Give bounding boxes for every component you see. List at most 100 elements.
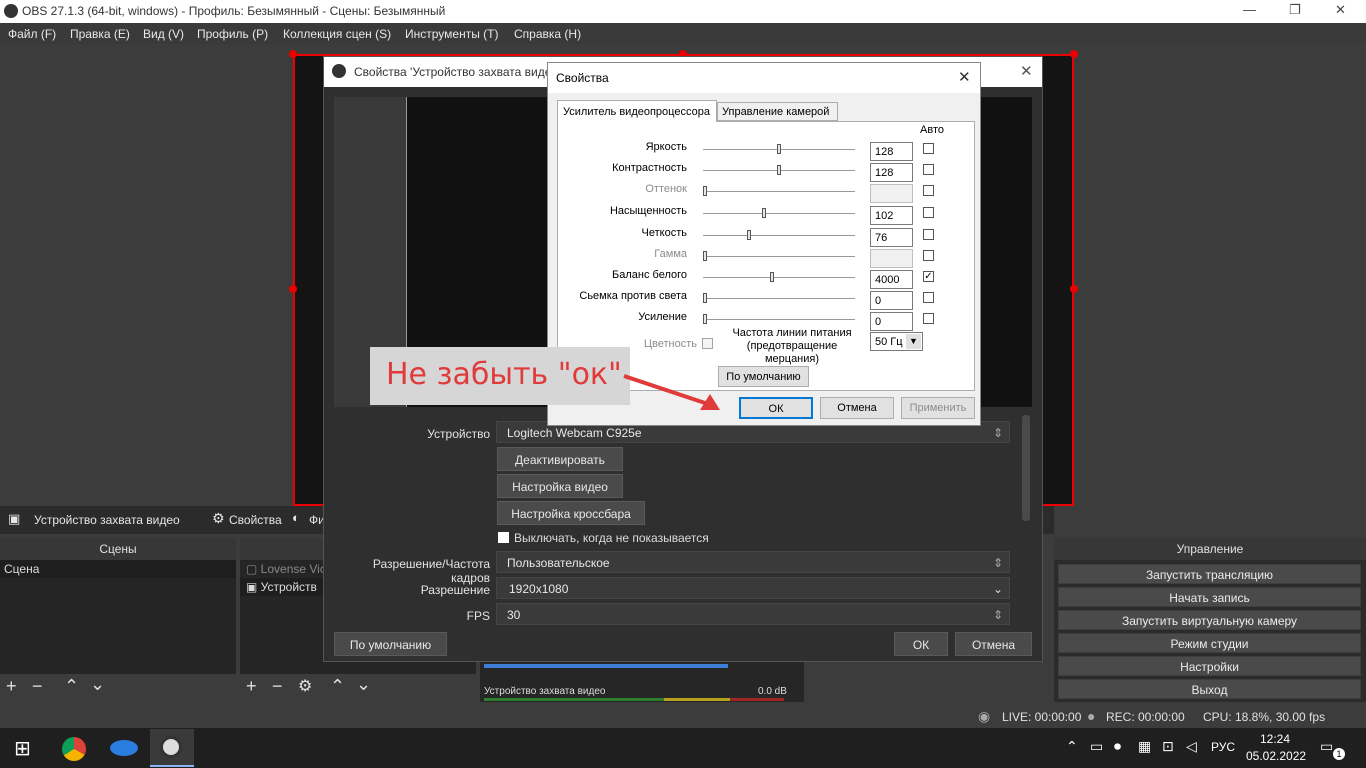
slider-thumb[interactable] [747,230,751,240]
start-streaming-button[interactable]: Запустить трансляцию [1058,564,1361,584]
settings-button[interactable]: Настройки [1058,656,1361,676]
hide-when-not-shown-checkbox[interactable] [498,532,509,543]
slider-track[interactable] [703,235,855,237]
tab-video-proc-amp[interactable]: Усилитель видеопроцессора [557,100,717,122]
exit-button[interactable]: Выход [1058,679,1361,699]
auto-checkbox[interactable] [923,292,934,303]
remove-icon[interactable]: − [272,676,283,697]
resize-handle[interactable] [289,50,297,58]
tray-arrow-icon[interactable]: ⌃ [1066,738,1078,755]
resize-handle[interactable] [289,285,297,293]
cancel-button[interactable]: Отмена [820,397,894,419]
chevron-down-icon[interactable]: ⌄ [356,674,371,695]
ok-button[interactable]: ОК [739,397,813,419]
color-enable-checkbox[interactable] [702,338,713,349]
value-field[interactable] [870,184,913,203]
slider-track[interactable] [703,277,855,279]
language-indicator[interactable]: РУС [1211,740,1235,754]
value-field[interactable]: 128 [870,142,913,161]
ok-button[interactable]: ОК [894,632,948,656]
auto-checkbox[interactable]: ✓ [923,271,934,282]
menu-view[interactable]: Вид (V) [143,27,184,41]
chrome-icon[interactable] [62,737,86,761]
slider-thumb[interactable] [762,208,766,218]
resize-handle[interactable] [1070,50,1078,58]
add-icon[interactable]: + [6,676,17,697]
cancel-button[interactable]: Отмена [955,632,1032,656]
slider-track[interactable] [703,213,855,215]
auto-checkbox[interactable] [923,207,934,218]
menu-help[interactable]: Справка (H) [514,27,581,41]
source-item[interactable]: ▢ Lovense Vic [246,562,326,576]
menu-file[interactable]: Файл (F) [8,27,56,41]
res-type-select[interactable]: Пользовательское ⇕ [496,551,1010,573]
powerline-frequency-select[interactable]: 50 Гц ▼ [870,332,923,351]
auto-checkbox[interactable] [923,229,934,240]
apply-button[interactable]: Применить [901,397,975,419]
slider-thumb[interactable] [703,314,707,324]
minimize-button[interactable]: — [1243,2,1256,17]
resolution-select[interactable]: 1920x1080 ⌄ [496,577,1010,599]
slider-thumb[interactable] [777,165,781,175]
video-config-button[interactable]: Настройка видео [497,474,623,498]
auto-checkbox[interactable] [923,143,934,154]
auto-checkbox[interactable] [923,313,934,324]
chevron-up-icon[interactable]: ⌃ [64,676,79,697]
resize-handle[interactable] [1070,285,1078,293]
scene-item[interactable]: Сцена [0,560,236,578]
app-icon[interactable] [110,740,138,756]
value-field[interactable]: 102 [870,206,913,225]
slider-track[interactable] [703,256,855,258]
close-icon[interactable]: ✕ [1020,62,1033,80]
defaults-button[interactable]: По умолчанию [334,632,447,656]
auto-checkbox[interactable] [923,185,934,196]
windows-start-icon[interactable]: ⊞ [14,736,31,761]
gear-icon[interactable]: ⚙ [298,676,312,696]
clock-time[interactable]: 12:24 [1260,732,1290,746]
properties-button[interactable]: Свойства [229,513,282,527]
close-icon[interactable]: ✕ [958,68,971,86]
slider-thumb[interactable] [703,186,707,196]
close-button[interactable]: ✕ [1335,2,1346,18]
start-virtual-camera-button[interactable]: Запустить виртуальную камеру [1058,610,1361,630]
studio-mode-button[interactable]: Режим студии [1058,633,1361,653]
menu-tools[interactable]: Инструменты (T) [405,27,498,41]
chevron-down-icon[interactable]: ⌄ [90,674,105,695]
slider-thumb[interactable] [770,272,774,282]
value-field[interactable] [870,249,913,268]
auto-checkbox[interactable] [923,164,934,175]
start-recording-button[interactable]: Начать запись [1058,587,1361,607]
value-field[interactable]: 76 [870,228,913,247]
volume-icon[interactable]: ◁ [1186,738,1197,755]
crossbar-config-button[interactable]: Настройка кроссбара [497,501,645,525]
camera-tray-icon[interactable]: ▭ [1090,738,1103,755]
microphone-icon[interactable]: ⏺ [1114,738,1121,755]
scrollbar[interactable] [1022,415,1030,521]
defaults-button[interactable]: По умолчанию [718,366,809,387]
menu-scene-collection[interactable]: Коллекция сцен (S) [283,27,391,41]
slider-thumb[interactable] [703,293,707,303]
slider-thumb[interactable] [703,251,707,261]
auto-checkbox[interactable] [923,250,934,261]
value-field[interactable]: 128 [870,163,913,182]
volume-slider[interactable] [484,664,728,668]
clock-date[interactable]: 05.02.2022 [1246,749,1306,763]
slider-track[interactable] [703,319,855,321]
keyboard-icon[interactable]: ▦ [1138,738,1151,755]
slider-thumb[interactable] [777,144,781,154]
add-icon[interactable]: + [246,676,257,697]
network-icon[interactable]: ⊡ [1162,738,1174,755]
maximize-button[interactable]: ❐ [1289,2,1301,18]
value-field[interactable]: 0 [870,291,913,310]
remove-icon[interactable]: − [32,676,43,697]
tab-camera-control[interactable]: Управление камерой [717,102,838,121]
slider-track[interactable] [703,298,855,300]
notification-icon[interactable]: ▭ [1320,738,1333,755]
menu-edit[interactable]: Правка (E) [70,27,130,41]
value-field[interactable]: 4000 [870,270,913,289]
value-field[interactable]: 0 [870,312,913,331]
slider-track[interactable] [703,191,855,193]
menu-profile[interactable]: Профиль (P) [197,27,268,41]
fps-select[interactable]: 30 ⇕ [496,603,1010,625]
chevron-up-icon[interactable]: ⌃ [330,676,345,697]
